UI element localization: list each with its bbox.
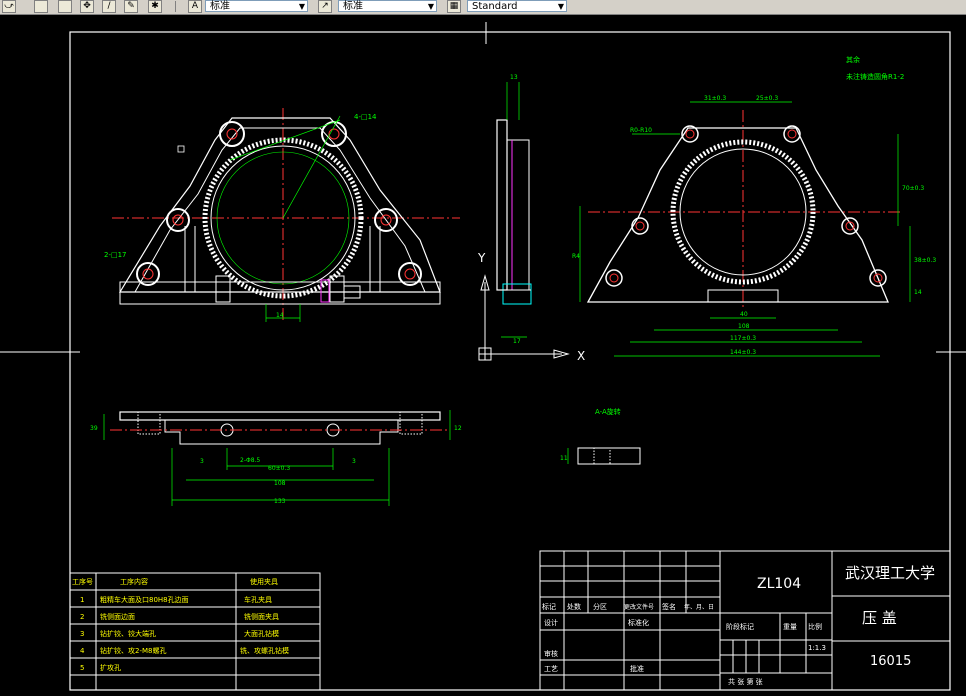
dim-front-14: 14 [276,312,284,319]
dim-top-108: 108 [274,480,286,487]
drawing-number: 16015 [870,654,911,669]
ucs-x-label: X [577,349,585,363]
dim-top-3a: 3 [200,458,204,465]
proc-row1-no: 1 [80,596,84,604]
dim-right-14: 14 [914,289,922,296]
polyline-tool-icon[interactable]: ⤻ [2,0,16,13]
tb-scale: 1:1.3 [808,644,826,652]
dim-top-60: 60±0.3 [268,465,290,472]
tb-zone: 分区 [593,602,607,611]
ucs-y-label: Y [477,251,486,265]
tb-stage: 阶段标记 [726,622,754,631]
section-dim: 11 [560,455,568,462]
proc-row5-no: 5 [80,664,84,672]
drawing-canvas[interactable]: 4-□14 2-□17 14 13 17 Y X 31±0.3 25±0.3 R… [0,15,966,696]
ucs-icon: Y X [477,251,585,363]
proc-row2-fixture: 铣侧面夹具 [244,612,279,621]
dim-right-70: 70±0.3 [902,185,924,192]
erase-tool-icon[interactable]: ✱ [148,0,162,13]
dim-top-39: 39 [90,425,98,432]
dim-2-holes: 2-□17 [104,251,127,259]
dim-right-38: 38±0.3 [914,257,936,264]
proc-row4-content: 钻扩铰、攻2-M8螺孔 [100,646,166,655]
toolbar: ⤻ ✥ / ✎ ✱ A 标准 ▼ ↗ 标准 ▼ ▦ Standard ▼ [0,0,966,15]
dim-top-12: 12 [454,425,462,432]
dim-right-40: 40 [740,311,748,318]
dim-4-holes: 4-□14 [354,113,377,121]
rectangle-tool2-icon[interactable] [58,0,72,13]
front-view: 4-□14 2-□17 14 [104,108,460,322]
top-view: 3 2-Φ8.5 60±0.3 3 108 133 39 12 [90,410,462,506]
tb-scale-label: 比例 [808,622,822,631]
proc-row3-no: 3 [80,630,84,638]
table-style-value: Standard [472,1,518,12]
proc-header-no: 工序号 [72,577,93,586]
tb-process: 工艺 [544,665,558,673]
dim-right-r4: R4 [572,253,580,260]
proc-row3-fixture: 大面孔钻模 [244,629,279,638]
proc-header-content: 工序内容 [120,577,148,586]
school-name: 武汉理工大学 [845,564,935,582]
edit-tool-icon[interactable]: / [102,0,116,13]
proc-row5-content: 扩攻孔 [100,663,121,672]
proc-row4-no: 4 [80,647,85,655]
dim-right-144: 144±0.3 [730,349,756,356]
material-text: ZL104 [757,576,801,592]
section-aa: A-A旋转 11 [560,407,641,465]
side-view: 13 17 [496,74,532,345]
table-style-icon: ▦ [447,0,461,13]
dim-right-25: 25±0.3 [756,95,778,102]
proc-row1-fixture: 车孔夹具 [244,595,272,604]
tb-design: 设计 [544,618,558,627]
tb-weight: 重量 [783,623,797,631]
part-name: 压 盖 [862,609,897,627]
tb-date: 年、月、日 [684,603,714,611]
dim-side-13: 13 [510,74,518,81]
dim-right-r10: R0-R10 [630,127,652,134]
table-style-select[interactable]: Standard ▼ [467,0,567,12]
text-style-select[interactable]: 标准 ▼ [205,0,308,12]
drawing-frame [69,31,951,691]
proc-row1-content: 粗精车大面及口80H8孔边面 [100,595,189,604]
proc-row2-no: 2 [80,613,84,621]
tb-change: 更改文件号 [624,603,654,611]
note-fillet: 未注铸造圆角R1-2 [846,72,904,81]
tb-approve: 批准 [630,664,644,673]
dim-style-icon: ↗ [318,0,332,13]
proc-row3-content: 钻扩铰、铰大端孔 [100,629,156,638]
tb-count: 处数 [567,602,581,611]
pencil-tool-icon[interactable]: ✎ [124,0,138,13]
proc-row2-content: 铣侧面边面 [100,612,135,621]
dim-right-117: 117±0.3 [730,335,756,342]
tb-sign: 签名 [662,602,676,611]
text-style-icon: A [188,0,202,13]
dim-right-31: 31±0.3 [704,95,726,102]
text-style-value: 标准 [210,1,230,12]
dim-right-108: 108 [738,323,750,330]
proc-header-fixture: 使用夹具 [250,577,278,586]
rectangle-tool-icon[interactable] [34,0,48,13]
move-tool-icon[interactable]: ✥ [80,0,94,13]
title-block: ZL104 武汉理工大学 压 盖 16015 标记 处数 分区 更改文件号 签名… [539,550,951,691]
process-table: 工序号 工序内容 使用夹具 1 粗精车大面及口80H8孔边面 车孔夹具 2 铣侧… [69,572,321,691]
dim-top-3b: 3 [352,458,356,465]
dim-top-holes: 2-Φ8.5 [240,457,260,464]
dim-style-select[interactable]: 标准 ▼ [338,0,437,12]
section-label: A-A旋转 [595,407,621,416]
tb-standardize: 标准化 [628,618,649,627]
right-view: 31±0.3 25±0.3 R0-R10 R4 40 108 117±0.3 1… [572,55,936,357]
dim-style-value: 标准 [343,1,363,12]
tb-mark: 标记 [542,602,556,611]
dim-top-133: 133 [274,498,286,505]
dim-side-17: 17 [513,338,521,345]
tb-review: 审核 [544,649,558,658]
proc-row4-fixture: 铣、攻螺孔钻模 [240,646,289,655]
note-rest: 其余 [846,55,860,64]
tb-sheets: 共 张 第 张 [728,677,763,686]
